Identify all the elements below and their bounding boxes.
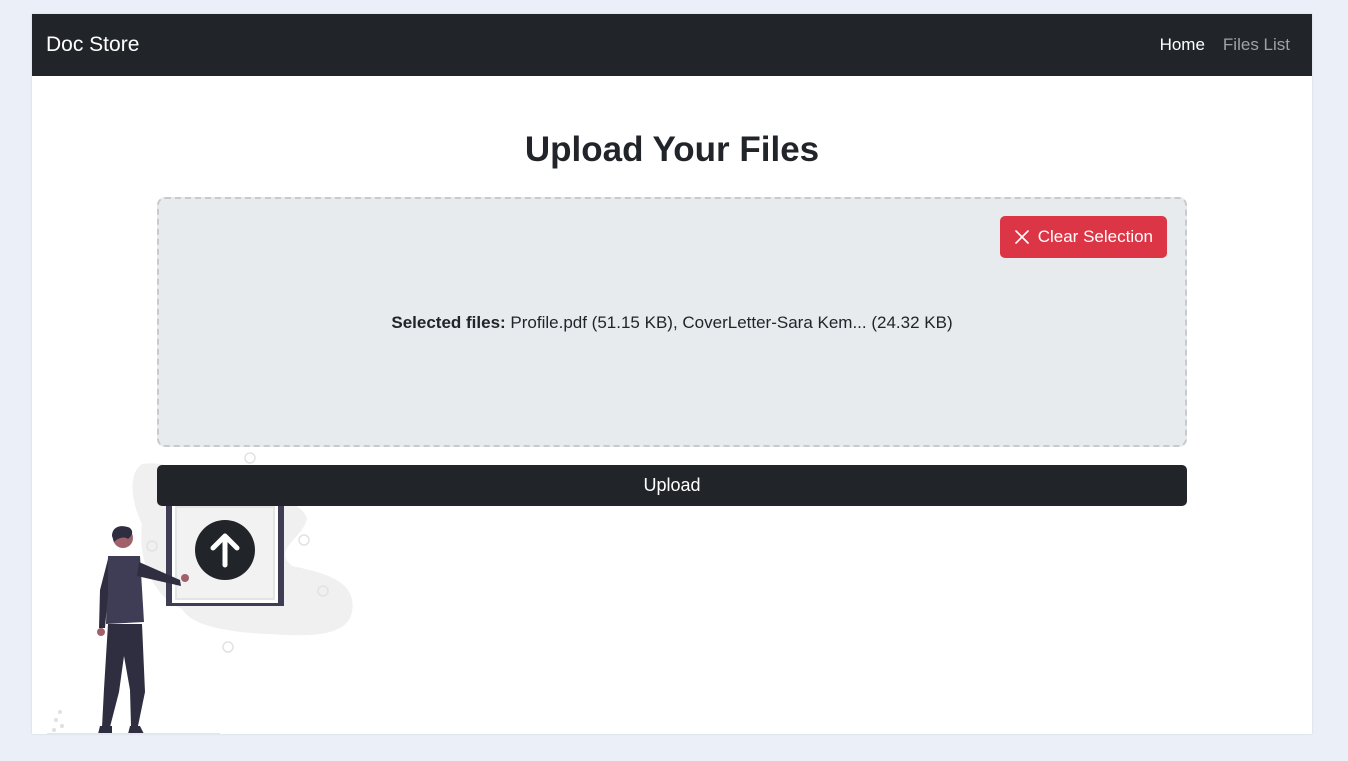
nav-link-home[interactable]: Home — [1160, 33, 1205, 57]
upload-button[interactable]: Upload — [157, 465, 1187, 506]
nav-links: Home Files List — [1160, 33, 1290, 57]
close-icon — [1014, 230, 1029, 244]
brand-logo-text[interactable]: Doc Store — [46, 31, 139, 59]
nav-link-files-list[interactable]: Files List — [1223, 33, 1290, 57]
app-window: Doc Store Home Files List Upload Your Fi… — [32, 14, 1312, 734]
clear-selection-label: Clear Selection — [1037, 227, 1153, 246]
selected-files-value: Profile.pdf (51.15 KB), CoverLetter-Sara… — [510, 313, 953, 332]
arrow-up-circle-icon — [195, 520, 255, 580]
selected-files-text: Selected files: Profile.pdf (51.15 KB), … — [159, 312, 1185, 334]
clear-selection-button[interactable]: Clear Selection — [999, 216, 1167, 258]
decorative-plant-dots — [52, 710, 64, 732]
file-dropzone[interactable]: Clear Selection Selected files: Profile.… — [157, 197, 1187, 447]
page-title: Upload Your Files — [524, 130, 820, 169]
navbar: Doc Store Home Files List — [32, 14, 1312, 76]
selected-files-label: Selected files: — [391, 313, 506, 332]
